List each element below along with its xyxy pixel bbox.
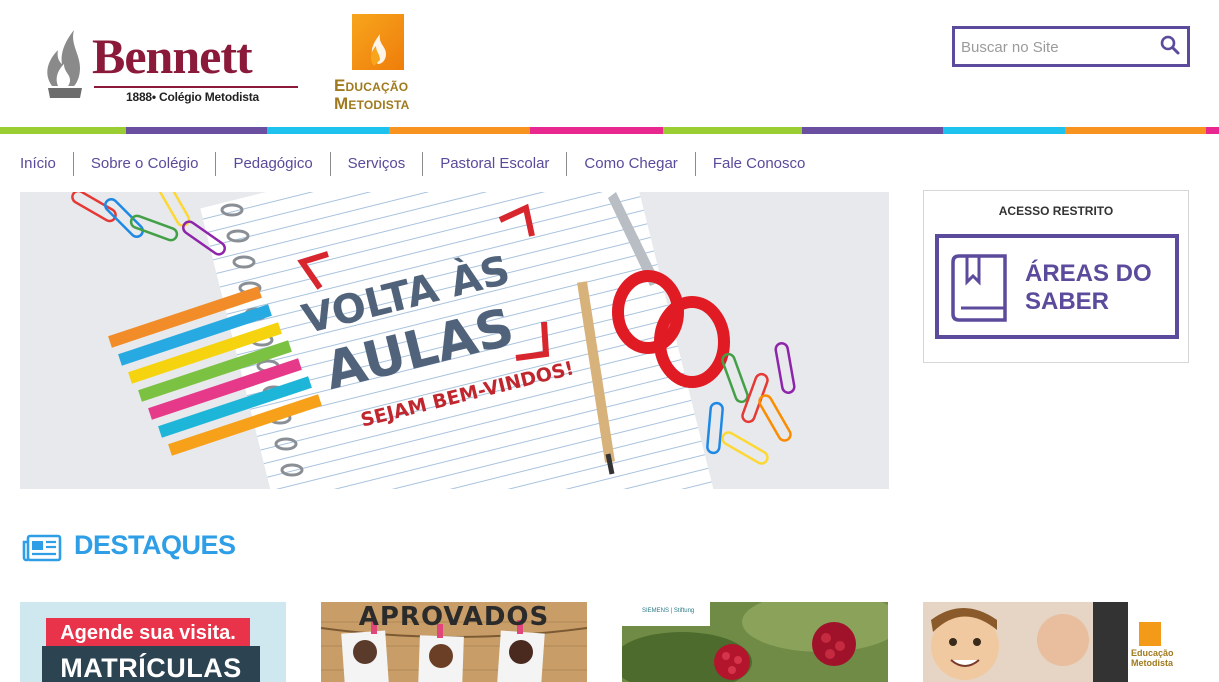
nav-item-pedagogico[interactable]: Pedagógico: [215, 152, 329, 176]
card-matriculas-subtitle: Agende sua visita.: [46, 618, 250, 648]
card-matriculas-title: MATRÍCULAS: [42, 646, 260, 682]
color-stripe-segment: [802, 127, 943, 134]
nav-item-pastoral[interactable]: Pastoral Escolar: [422, 152, 566, 176]
nav-item-como-chegar[interactable]: Como Chegar: [566, 152, 694, 176]
main-nav: Início Sobre o Colégio Pedagógico Serviç…: [20, 150, 822, 178]
color-stripe-segment: [530, 127, 663, 134]
color-stripe-segment: [126, 127, 267, 134]
nav-item-fale-conosco[interactable]: Fale Conosco: [694, 152, 823, 176]
bennett-wordmark: Bennett: [92, 28, 253, 84]
flame-logo-icon: [47, 30, 82, 98]
card-aprovados-title: APROVADOS: [358, 602, 550, 632]
card-edu-line2: Metodista: [1131, 658, 1174, 668]
nav-item-inicio[interactable]: Início: [20, 152, 73, 176]
color-stripe-segment: [0, 127, 126, 134]
nav-item-sobre[interactable]: Sobre o Colégio: [72, 152, 216, 176]
destaques-heading: DESTAQUES: [74, 530, 236, 560]
card-edu-logo: Educação Metodista: [1125, 622, 1183, 682]
areas-do-saber-button[interactable]: ÁREAS DO SABER: [935, 234, 1179, 339]
color-stripe-segment: [1206, 127, 1219, 134]
restricted-access-title: ACESSO RESTRITO: [998, 204, 1114, 218]
color-stripe-segment: [1065, 127, 1206, 134]
restricted-access-panel: ACESSO RESTRITO ÁREAS DO SABER: [923, 190, 1189, 363]
search-input[interactable]: [961, 35, 1151, 59]
color-stripe-segment: [663, 127, 802, 134]
color-stripe-segment: [389, 127, 530, 134]
destaque-card-matriculas[interactable]: Agende sua visita. MATRÍCULAS: [20, 602, 286, 682]
color-stripe-segment: [267, 127, 389, 134]
edu-logo-line1: Educação: [334, 76, 409, 95]
edu-logo-line2: Metodista: [334, 94, 410, 113]
flame-icon: [370, 34, 386, 66]
newspaper-icon: [22, 534, 62, 562]
nav-item-servicos[interactable]: Serviços: [329, 152, 423, 176]
book-icon: [951, 254, 1007, 322]
bennett-tagline: 1888• Colégio Metodista: [126, 90, 259, 104]
bennett-divider: [94, 86, 298, 88]
areas-do-saber-label: ÁREAS DO SABER: [1025, 260, 1152, 315]
destaque-card-aprovados[interactable]: APROVADOS: [321, 602, 587, 682]
card-edu-line1: Educação: [1131, 648, 1174, 658]
search-box: [952, 26, 1190, 67]
educacao-metodista-logo[interactable]: Educação Metodista: [334, 14, 430, 114]
destaque-card-educacao[interactable]: Educação Metodista: [923, 602, 1189, 682]
hero-banner[interactable]: VOLTA ÀS AULAS SEJAM BEM-VINDOS!: [20, 192, 889, 489]
destaque-card-siemens[interactable]: SIEMENS | Stiftung: [622, 602, 888, 682]
bennett-logo[interactable]: Bennett 1888• Colégio Metodista: [40, 20, 302, 108]
card-siemens-label: SIEMENS | Stiftung: [622, 602, 710, 626]
search-icon[interactable]: [1159, 34, 1181, 56]
card-edu-flame-icon: [1139, 622, 1161, 646]
color-stripe-segment: [943, 127, 1065, 134]
edu-flame-square: [352, 14, 404, 70]
color-stripe: [0, 127, 1219, 134]
hero-illustration: VOLTA ÀS AULAS SEJAM BEM-VINDOS!: [20, 192, 889, 489]
